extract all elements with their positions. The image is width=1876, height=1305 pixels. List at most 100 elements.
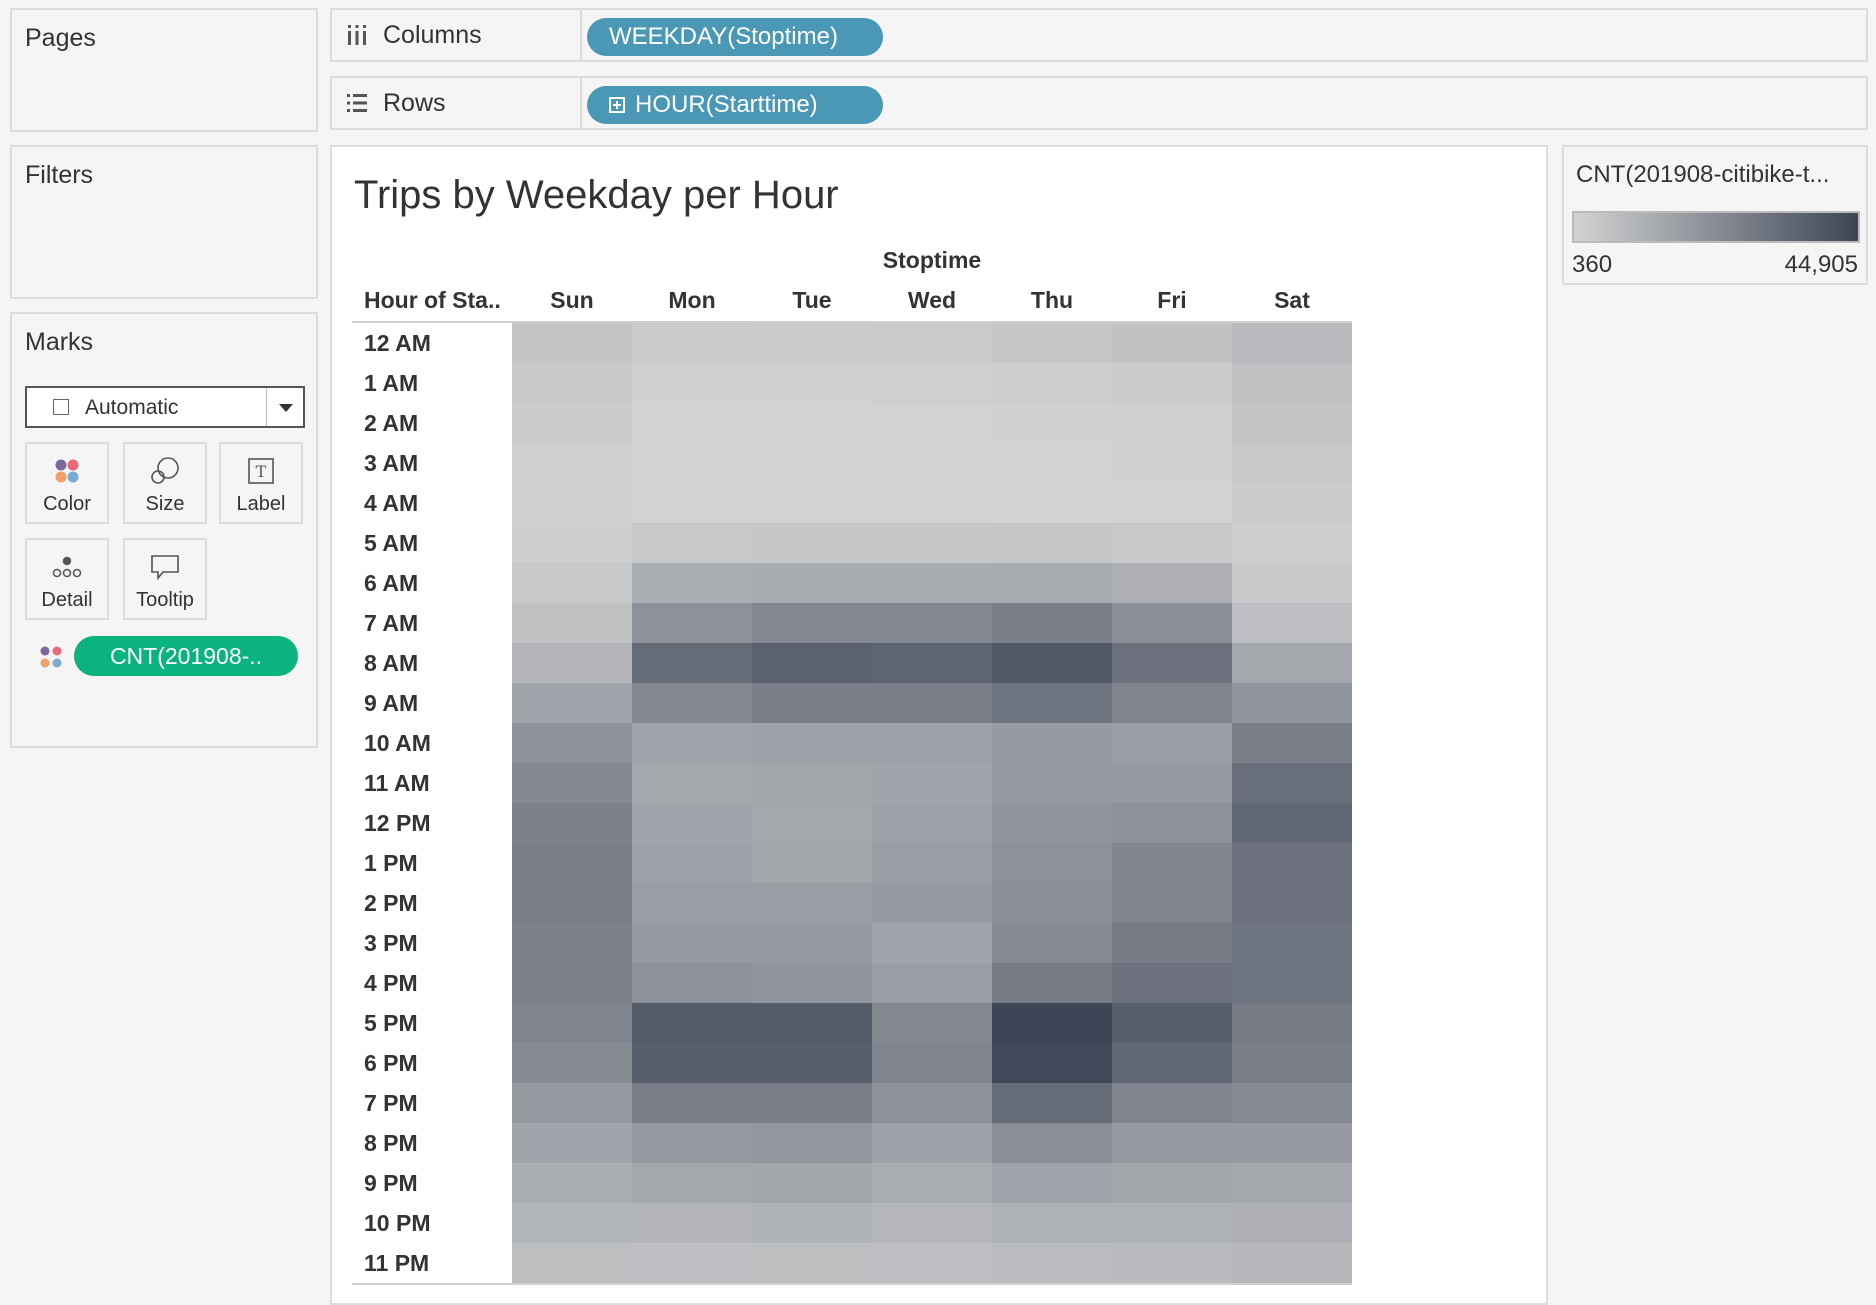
heatmap-cell[interactable] [752,603,872,643]
heatmap-cell[interactable] [1232,883,1352,923]
heatmap-cell[interactable] [992,923,1112,963]
heatmap-cell[interactable] [512,563,632,603]
heatmap-cell[interactable] [872,683,992,723]
heatmap-cell[interactable] [1232,723,1352,763]
heatmap-cell[interactable] [752,1163,872,1203]
heatmap-cell[interactable] [872,1163,992,1203]
heatmap-cell[interactable] [872,363,992,403]
heatmap-cell[interactable] [632,1003,752,1043]
heatmap-cell[interactable] [1112,723,1232,763]
heatmap-cell[interactable] [512,883,632,923]
heatmap-cell[interactable] [632,683,752,723]
heatmap-cell[interactable] [992,603,1112,643]
heatmap-cell[interactable] [992,443,1112,483]
heatmap-cell[interactable] [1112,763,1232,803]
heatmap-cell[interactable] [512,603,632,643]
size-button[interactable]: Size [123,442,207,524]
heatmap-cell[interactable] [872,323,992,363]
heatmap-cell[interactable] [1112,883,1232,923]
heatmap-cell[interactable] [1232,323,1352,363]
heatmap-cell[interactable] [632,483,752,523]
detail-button[interactable]: Detail [25,538,109,620]
heatmap-cell[interactable] [512,843,632,883]
heatmap-cell[interactable] [1232,1163,1352,1203]
heatmap-cell[interactable] [872,1003,992,1043]
heatmap-cell[interactable] [632,1123,752,1163]
heatmap-cell[interactable] [752,963,872,1003]
rows-pill[interactable]: HOUR(Starttime) [587,86,883,124]
heatmap-cell[interactable] [512,483,632,523]
heatmap-cell[interactable] [632,403,752,443]
heatmap-cell[interactable] [992,523,1112,563]
heatmap-cell[interactable] [752,1243,872,1283]
filters-panel[interactable]: Filters [10,145,318,299]
heatmap-cell[interactable] [1112,1123,1232,1163]
heatmap-cell[interactable] [1112,563,1232,603]
heatmap-cell[interactable] [1112,523,1232,563]
heatmap-cell[interactable] [632,723,752,763]
heatmap-cell[interactable] [752,723,872,763]
heatmap-cell[interactable] [632,1083,752,1123]
expand-icon[interactable] [609,97,625,113]
heatmap-cell[interactable] [1232,923,1352,963]
heatmap-cell[interactable] [1112,1003,1232,1043]
heatmap-cell[interactable] [1232,363,1352,403]
heatmap-cell[interactable] [512,443,632,483]
heatmap-cell[interactable] [752,1003,872,1043]
heatmap-cell[interactable] [872,963,992,1003]
heatmap-cell[interactable] [1112,843,1232,883]
heatmap-cell[interactable] [752,323,872,363]
chevron-down-icon[interactable] [279,404,293,412]
heatmap-cell[interactable] [632,843,752,883]
heatmap-cell[interactable] [992,723,1112,763]
heatmap-cell[interactable] [992,1203,1112,1243]
heatmap-cell[interactable] [632,603,752,643]
heatmap-cell[interactable] [752,643,872,683]
heatmap-cell[interactable] [752,923,872,963]
heatmap-cell[interactable] [752,683,872,723]
heatmap-cell[interactable] [1112,443,1232,483]
heatmap-cell[interactable] [992,763,1112,803]
heatmap-cell[interactable] [512,763,632,803]
heatmap-cell[interactable] [1232,843,1352,883]
heatmap-cell[interactable] [632,363,752,403]
heatmap-cell[interactable] [632,523,752,563]
heatmap-cell[interactable] [512,323,632,363]
heatmap-cell[interactable] [872,1043,992,1083]
heatmap-cell[interactable] [1232,603,1352,643]
heatmap-cell[interactable] [1232,683,1352,723]
heatmap-cell[interactable] [752,563,872,603]
heatmap-cell[interactable] [752,763,872,803]
heatmap-cell[interactable] [992,363,1112,403]
heatmap-cell[interactable] [1112,403,1232,443]
heatmap-cell[interactable] [872,1203,992,1243]
heatmap-cell[interactable] [632,443,752,483]
heatmap-cell[interactable] [992,1043,1112,1083]
heatmap-cell[interactable] [872,403,992,443]
heatmap-cell[interactable] [872,923,992,963]
heatmap-cell[interactable] [992,1123,1112,1163]
heatmap-cell[interactable] [1232,643,1352,683]
heatmap-cell[interactable] [752,803,872,843]
heatmap-cell[interactable] [752,523,872,563]
label-button[interactable]: T Label [219,442,303,524]
heatmap-cell[interactable] [1112,363,1232,403]
heatmap-cell[interactable] [1112,1243,1232,1283]
heatmap-cell[interactable] [1112,1083,1232,1123]
heatmap-cell[interactable] [1232,563,1352,603]
heatmap-cell[interactable] [872,603,992,643]
heatmap-cell[interactable] [752,1043,872,1083]
rows-shelf[interactable]: Rows HOUR(Starttime) [330,76,1868,130]
heatmap-cell[interactable] [1232,963,1352,1003]
heatmap-cell[interactable] [872,883,992,923]
heatmap-cell[interactable] [992,403,1112,443]
heatmap-cell[interactable] [512,523,632,563]
heatmap-cell[interactable] [872,1123,992,1163]
mark-type-dropdown[interactable]: Automatic [25,386,305,428]
pages-panel[interactable]: Pages [10,8,318,132]
color-legend[interactable]: CNT(201908-citibike-t... 360 44,905 [1562,145,1868,285]
heatmap-cell[interactable] [1232,1043,1352,1083]
heatmap-cell[interactable] [752,843,872,883]
heatmap-cell[interactable] [512,1123,632,1163]
heatmap-cell[interactable] [1232,403,1352,443]
